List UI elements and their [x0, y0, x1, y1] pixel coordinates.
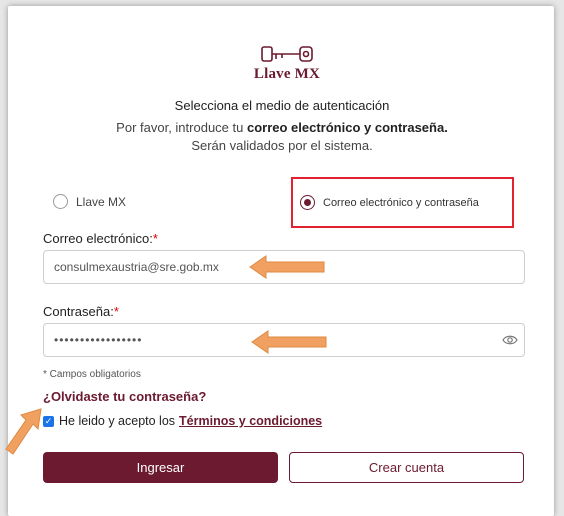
radio-llave-mx-label: Llave MX: [76, 194, 127, 209]
radio-email-password[interactable]: Correo electrónico y contraseña: [300, 195, 479, 210]
terms-link[interactable]: Términos y condiciones: [179, 414, 322, 428]
create-account-button[interactable]: Crear cuenta: [289, 452, 524, 483]
instruction-text: Por favor, introduce tu correo electróni…: [0, 120, 564, 135]
arrow-left-icon: [249, 255, 325, 279]
page-background: Llave MX Selecciona el medio de autentic…: [0, 0, 564, 516]
llave-mx-logo: Llave MX: [252, 42, 322, 86]
instruction-prefix: Por favor, introduce tu: [116, 120, 247, 135]
required-note: * Campos obligatorios: [43, 369, 141, 380]
password-label-text: Contraseña:: [43, 304, 114, 319]
forgot-password-link[interactable]: ¿Olvidaste tu contraseña?: [43, 389, 206, 404]
required-marker: *: [152, 231, 158, 246]
login-button[interactable]: Ingresar: [43, 452, 278, 483]
key-logo-icon: [261, 46, 313, 62]
arrow-diagonal-icon: [5, 408, 42, 455]
instruction-bold: correo electrónico y contraseña.: [246, 120, 448, 135]
terms-prefix: He leido y acepto los: [59, 414, 176, 428]
validation-text: Serán validados por el sistema.: [191, 138, 373, 153]
email-label-text: Correo electrónico:: [43, 231, 153, 246]
brand-name: Llave MX: [253, 66, 321, 82]
terms-checkbox[interactable]: ✓: [43, 415, 54, 427]
password-label: Contraseña:*: [43, 304, 119, 319]
radio-unselected-icon: [53, 194, 68, 209]
page-title: Selecciona el medio de autenticación: [174, 98, 390, 113]
terms-row: ✓ He leido y acepto los Términos y condi…: [43, 414, 322, 428]
required-marker: *: [113, 304, 119, 319]
arrow-left-icon: [251, 330, 327, 354]
radio-email-password-label: Correo electrónico y contraseña: [323, 196, 479, 209]
radio-selected-icon: [300, 195, 315, 210]
eye-icon[interactable]: [502, 334, 518, 346]
email-label: Correo electrónico:*: [43, 231, 158, 246]
radio-llave-mx[interactable]: Llave MX: [53, 194, 126, 209]
